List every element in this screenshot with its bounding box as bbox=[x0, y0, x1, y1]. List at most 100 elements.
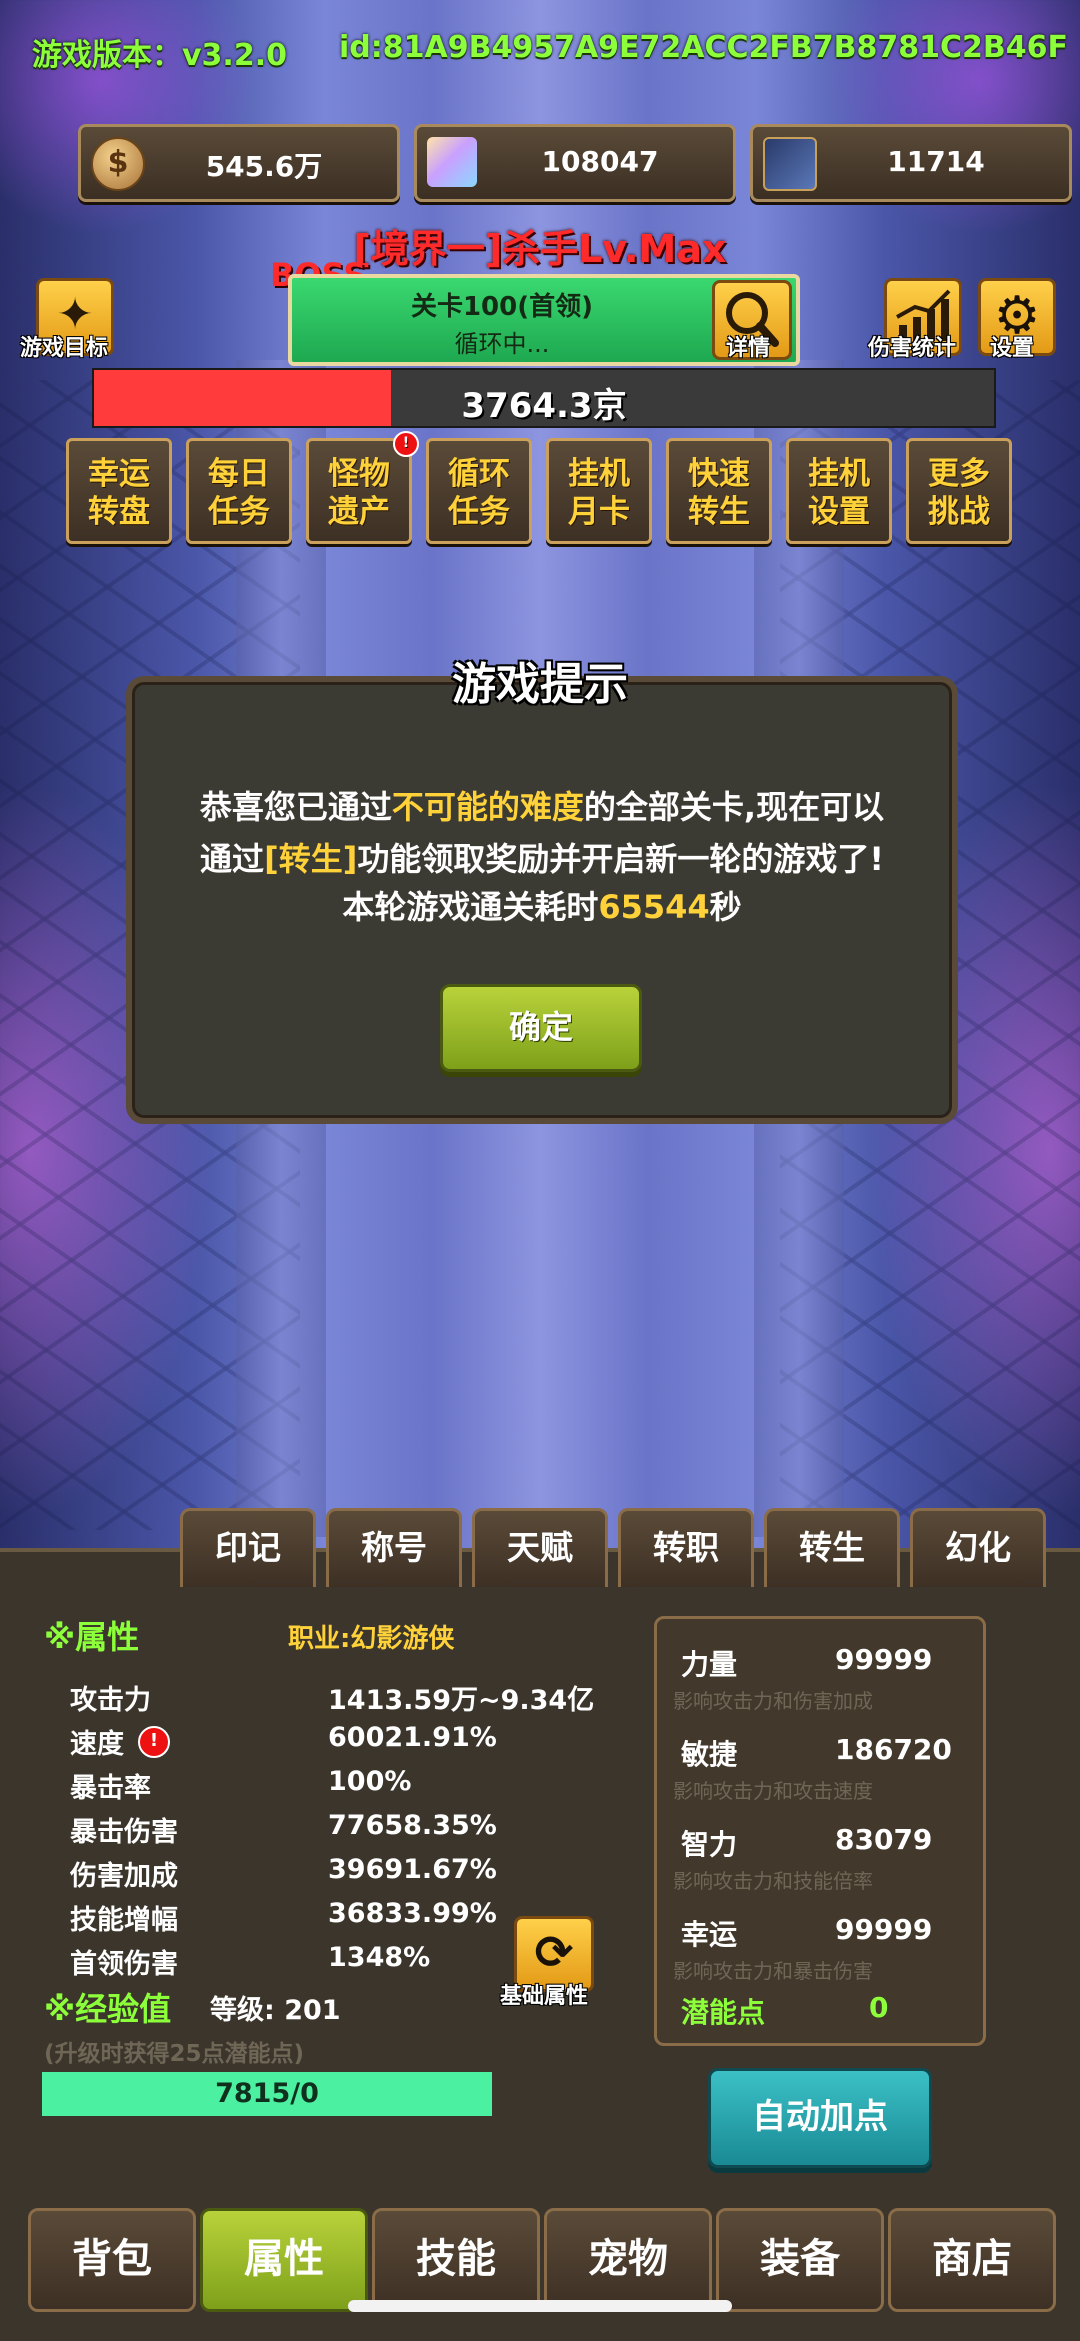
strength-label: 力量 bbox=[681, 1648, 738, 1681]
stat-damage-bonus-value: 39691.67% bbox=[328, 1854, 497, 1885]
func-line1: 怪物 bbox=[328, 456, 390, 492]
stat-crit-damage-value: 77658.35% bbox=[328, 1810, 497, 1841]
coin-counter[interactable]: $ 545.6万 bbox=[78, 124, 400, 202]
func-line2: 遗产 bbox=[328, 494, 390, 530]
agility-label: 敏捷 bbox=[681, 1738, 738, 1771]
tab-backpack[interactable]: 背包 bbox=[28, 2208, 196, 2312]
stat-speed-label: 速度 bbox=[70, 1729, 124, 1760]
crystal-value: 108047 bbox=[541, 145, 659, 178]
attributes-heading: ※属性 bbox=[44, 1618, 140, 1656]
job-label: 职业:幻影游侠 bbox=[288, 1624, 455, 1654]
strength-value: 99999 bbox=[835, 1643, 933, 1676]
tab-imprint[interactable]: 印记 bbox=[180, 1508, 316, 1587]
card-icon bbox=[763, 137, 817, 191]
confirm-button[interactable]: 确定 bbox=[440, 984, 642, 1072]
auto-allocate-button[interactable]: 自动加点 bbox=[708, 2068, 932, 2168]
loop-tasks-button[interactable]: 循环 任务 bbox=[426, 438, 532, 544]
intelligence-value: 83079 bbox=[835, 1823, 933, 1856]
tab-title[interactable]: 称号 bbox=[326, 1508, 462, 1587]
func-line2: 转生 bbox=[688, 494, 750, 530]
boss-title: [境界一]杀手Lv.Max bbox=[353, 227, 727, 271]
func-line2: 挑战 bbox=[928, 494, 990, 530]
user-id: id:81A9B4957A9E72ACC2FB7B8781C2B46F bbox=[338, 30, 1068, 65]
agility-desc: 影响攻击力和攻击速度 bbox=[673, 1779, 873, 1803]
func-line2: 设置 bbox=[808, 494, 870, 530]
strength-desc: 影响攻击力和伤害加成 bbox=[673, 1689, 873, 1713]
tab-rebirth[interactable]: 转生 bbox=[764, 1508, 900, 1587]
func-line2: 任务 bbox=[208, 494, 270, 530]
func-line1: 快速 bbox=[688, 456, 750, 492]
coin-value: 545.6万 bbox=[205, 150, 323, 183]
idle-monthly-card-button[interactable]: 挂机 月卡 bbox=[546, 438, 652, 544]
tab-equipment[interactable]: 装备 bbox=[716, 2208, 884, 2312]
exp-bar: 7815/0 bbox=[42, 2072, 492, 2116]
game-version: 游戏版本：v3.2.0 bbox=[32, 38, 287, 73]
tab-skills[interactable]: 技能 bbox=[372, 2208, 540, 2312]
stat-crit-rate-label: 暴击率 bbox=[70, 1773, 151, 1804]
stat-crit-damage-label: 暴击伤害 bbox=[70, 1817, 178, 1848]
agility-value: 186720 bbox=[835, 1733, 952, 1766]
stat-boss-damage-label: 首领伤害 bbox=[70, 1949, 178, 1980]
tab-transform[interactable]: 幻化 bbox=[910, 1508, 1046, 1587]
crystal-counter[interactable]: 108047 bbox=[414, 124, 736, 202]
exp-value: 7815/0 bbox=[215, 2078, 319, 2109]
top-info-bar: 游戏版本：v3.2.0 id:81A9B4957A9E72ACC2FB7B878… bbox=[0, 22, 1080, 82]
notice-badge: ! bbox=[393, 431, 419, 457]
func-line1: 挂机 bbox=[808, 456, 870, 492]
tab-attributes[interactable]: 属性 bbox=[200, 2208, 368, 2312]
boss-hp-text: 3764.3京 bbox=[461, 386, 627, 426]
potential-value: 0 bbox=[869, 1991, 889, 2024]
msg-text: 秒 bbox=[709, 888, 742, 926]
stat-attack-label: 攻击力 bbox=[70, 1685, 151, 1716]
exp-heading: ※经验值 bbox=[44, 1990, 172, 2028]
msg-highlight: [转生] bbox=[264, 840, 358, 878]
msg-text: 的全部关卡,现在可以 bbox=[583, 788, 885, 826]
msg-text: 恭喜您已通过 bbox=[199, 788, 392, 826]
msg-highlight: 不可能的难度 bbox=[391, 788, 584, 826]
swap-attributes-label: 基础属性 bbox=[500, 1984, 589, 2009]
dialog-message-line1: 恭喜您已通过不可能的难度的全部关卡,现在可以 bbox=[126, 782, 958, 828]
idle-settings-button[interactable]: 挂机 设置 bbox=[786, 438, 892, 544]
detail-label: 详情 bbox=[726, 336, 771, 361]
dialog-title: 游戏提示 bbox=[452, 659, 628, 710]
stat-skill-amp-value: 36833.99% bbox=[328, 1898, 497, 1929]
level-text: 等级: 201 bbox=[210, 1995, 341, 2026]
stage-name: 关卡100(首领) bbox=[410, 292, 594, 322]
tab-talent[interactable]: 天赋 bbox=[472, 1508, 608, 1587]
luck-desc: 影响攻击力和暴击伤害 bbox=[673, 1959, 873, 1983]
lucky-wheel-button[interactable]: 幸运 转盘 bbox=[66, 438, 172, 544]
dialog-message-line3: 本轮游戏通关耗时65544秒 bbox=[126, 882, 958, 928]
refresh-icon: ⟳ bbox=[534, 1925, 574, 1979]
stage-status: 循环中... bbox=[454, 330, 550, 358]
game-goal-label: 游戏目标 bbox=[20, 336, 109, 361]
dialog-message-line2: 通过[转生]功能领取奖励并开启新一轮的游戏了! bbox=[126, 834, 958, 880]
tab-shop[interactable]: 商店 bbox=[888, 2208, 1056, 2312]
base-attributes-box: 力量 99999 影响攻击力和伤害加成 敏捷 186720 影响攻击力和攻击速度… bbox=[654, 1616, 986, 2046]
luck-label: 幸运 bbox=[681, 1918, 738, 1951]
stat-speed-value: 60021.91% bbox=[328, 1722, 497, 1753]
speed-alert-badge: ! bbox=[138, 1726, 170, 1758]
daily-tasks-button[interactable]: 每日 任务 bbox=[186, 438, 292, 544]
monster-legacy-button[interactable]: 怪物 遗产 ! bbox=[306, 431, 419, 544]
tab-class-change[interactable]: 转职 bbox=[618, 1508, 754, 1587]
quick-rebirth-button[interactable]: 快速 转生 bbox=[666, 438, 772, 544]
card-counter[interactable]: 11714 bbox=[750, 124, 1072, 202]
coin-icon: $ bbox=[91, 137, 145, 191]
home-indicator[interactable] bbox=[348, 2300, 732, 2312]
msg-text: 功能领取奖励并开启新一轮的游戏了! bbox=[357, 840, 884, 878]
func-line2: 转盘 bbox=[88, 494, 150, 530]
func-line1: 更多 bbox=[928, 456, 990, 492]
func-line2: 月卡 bbox=[568, 494, 630, 530]
msg-highlight: 65544 bbox=[598, 888, 710, 926]
boss-hp-bar: 3764.3京 bbox=[92, 368, 996, 428]
func-line1: 每日 bbox=[208, 456, 270, 492]
intelligence-desc: 影响攻击力和技能倍率 bbox=[673, 1869, 873, 1893]
func-line2: 任务 bbox=[448, 494, 510, 530]
more-challenges-button[interactable]: 更多 挑战 bbox=[906, 438, 1012, 544]
tab-pets[interactable]: 宠物 bbox=[544, 2208, 712, 2312]
crystal-icon bbox=[427, 137, 477, 187]
intelligence-label: 智力 bbox=[681, 1828, 738, 1861]
stat-attack-value: 1413.59万~9.34亿 bbox=[328, 1685, 595, 1716]
msg-text: 通过 bbox=[200, 840, 265, 878]
func-line1: 循环 bbox=[448, 456, 510, 492]
